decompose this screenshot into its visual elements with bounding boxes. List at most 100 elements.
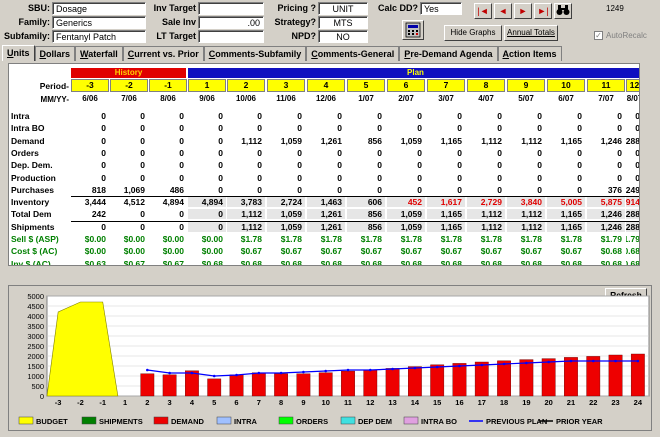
calc-dd-field[interactable]: Yes <box>420 2 462 15</box>
y-tick-label: 1000 <box>27 372 44 381</box>
table-cell: 1,112 <box>241 135 262 146</box>
table-cell: 3,444 <box>84 197 106 208</box>
lt-target-field[interactable] <box>198 30 264 43</box>
table-cell: 0 <box>101 123 106 134</box>
tab-comments-general[interactable]: Comments-General <box>306 46 400 61</box>
previous-record-button[interactable]: ◄ <box>494 3 512 19</box>
last-record-button[interactable]: ►| <box>534 3 552 19</box>
tab-dollars[interactable]: Dollars <box>34 46 76 61</box>
table-cell: 1,112 <box>467 221 505 232</box>
hide-graphs-button[interactable]: Hide Graphs <box>444 25 502 41</box>
table-cell: 242 <box>91 209 106 220</box>
table-cell: 0 <box>537 160 542 171</box>
row-label: Intra BO <box>11 123 45 134</box>
legend-label: PREVIOUS PLAN <box>486 417 547 426</box>
table-cell: 0 <box>179 172 184 183</box>
table-cell: 0 <box>140 111 145 121</box>
autorecalc-checkbox[interactable]: ✓ <box>594 31 603 40</box>
table-cell: 0 <box>537 111 542 121</box>
table-cell: 0 <box>457 147 462 158</box>
table-cell: 1,617 <box>427 197 465 208</box>
first-record-button[interactable]: |◄ <box>474 3 492 19</box>
table-cell: 0 <box>457 160 462 171</box>
table-cell: 0 <box>497 111 502 121</box>
x-tick-label: 3 <box>168 398 172 407</box>
tab-units[interactable]: Units <box>2 45 35 61</box>
table-cell: 0 <box>377 184 382 195</box>
table-cell: $0.68 <box>201 258 223 266</box>
table-cell: 1,246 <box>587 221 625 232</box>
inv-target-field[interactable] <box>198 2 264 15</box>
tab-current-vs-prior[interactable]: Current vs. Prior <box>122 46 204 61</box>
calculator-icon[interactable] <box>402 20 424 40</box>
table-cell: $0.00 <box>84 246 106 257</box>
previous-plan-point <box>458 364 461 368</box>
tab-action-items[interactable]: Action Items <box>497 46 562 61</box>
legend-label: BUDGET <box>36 417 68 426</box>
table-cell: $0.00 <box>201 246 223 257</box>
previous-plan-point <box>480 363 484 367</box>
subfamily-field[interactable]: Fentanyl Patch <box>52 30 146 43</box>
table-cell: 4,512 <box>123 197 145 208</box>
sale-inv-field[interactable]: .00 <box>198 16 264 29</box>
demand-bar <box>430 364 445 397</box>
tab-comments-subfamily[interactable]: Comments-Subfamily <box>203 46 307 61</box>
pricing-field[interactable]: UNIT <box>318 2 368 15</box>
previous-plan-point <box>235 373 238 377</box>
next-record-button[interactable]: ► <box>514 3 532 19</box>
table-cell: $1.78 <box>360 234 382 244</box>
date-header: 9/06 <box>199 94 215 103</box>
table-cell: 0 <box>101 172 106 183</box>
family-field[interactable]: Generics <box>52 16 146 29</box>
table-cell: 0 <box>297 123 302 134</box>
previous-plan-point <box>168 371 171 375</box>
table-cell: 0 <box>101 147 106 158</box>
table-cell: $1.78 <box>400 234 422 244</box>
binoculars-icon[interactable] <box>554 3 572 19</box>
table-cell: 0 <box>218 111 223 121</box>
table-cell: 1,288 <box>626 135 640 146</box>
pricing-label: Pricing ? <box>277 3 316 13</box>
previous-plan-point <box>636 359 640 363</box>
table-cell: 0 <box>577 172 582 183</box>
table-cell: 0 <box>337 160 342 171</box>
sbu-field[interactable]: Dosage <box>52 2 146 15</box>
x-tick-label: 19 <box>522 398 530 407</box>
x-tick-label: 22 <box>589 398 597 407</box>
table-cell: 0 <box>337 111 342 121</box>
table-cell: 0 <box>140 135 145 146</box>
table-cell: 0 <box>297 111 302 121</box>
npd-field[interactable]: NO <box>318 30 368 43</box>
demand-bar <box>229 374 244 397</box>
table-cell: 1,112 <box>467 209 505 220</box>
chart-panel: Refresh 0 500 1000 1500 2000 2500 3000 3500 4000… <box>8 285 652 431</box>
date-header: 11/06 <box>276 94 296 103</box>
table-cell: 0 <box>577 184 582 195</box>
table-cell: 0 <box>179 221 184 232</box>
table-cell: $0.00 <box>123 234 145 244</box>
table-cell: 0 <box>337 147 342 158</box>
table-cell: 0 <box>577 111 582 121</box>
x-tick-label: 14 <box>411 398 420 407</box>
legend-swatch <box>340 416 356 425</box>
table-cell: $0.00 <box>162 246 184 257</box>
strategy-field[interactable]: MTS <box>318 16 368 29</box>
lt-target-label: LT Target <box>156 31 196 41</box>
table-cell: $1.78 <box>440 234 462 244</box>
demand-bar <box>318 372 333 397</box>
table-cell: 0 <box>297 184 302 195</box>
x-tick-label: 17 <box>478 398 486 407</box>
table-cell: 0 <box>417 123 422 134</box>
tab-pre-demand-agenda[interactable]: Pre-Demand Agenda <box>399 46 498 61</box>
legend-swatch <box>278 416 294 425</box>
demand-bar <box>207 378 222 397</box>
table-cell: 0 <box>257 172 262 183</box>
annual-totals-button[interactable]: Annual Totals <box>504 25 558 41</box>
table-cell: 0 <box>617 147 622 158</box>
table-cell: 0 <box>179 160 184 171</box>
tab-waterfall[interactable]: Waterfall <box>75 46 123 61</box>
row-label: Production <box>11 172 56 183</box>
table-cell: 1,165 <box>547 209 585 220</box>
demand-bar <box>541 358 556 397</box>
table-cell: 376 <box>607 184 622 195</box>
